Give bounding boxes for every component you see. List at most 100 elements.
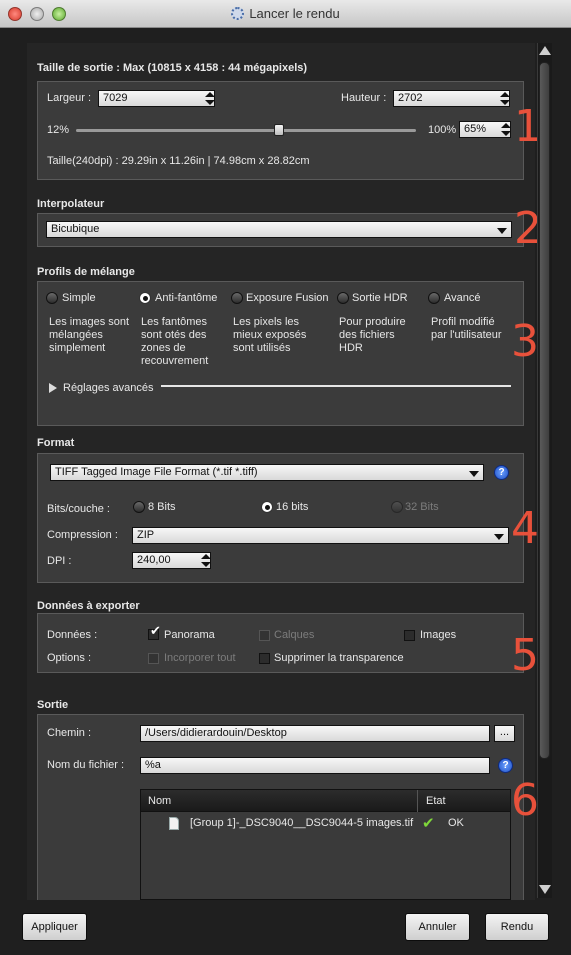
blend-label-exposure-fusion: Exposure Fusion [246,292,329,304]
height-label: Hauteur : [341,92,387,104]
bits-radio-8[interactable] [133,501,145,513]
filename-label: Nom du fichier : [47,759,125,771]
dpi-label: DPI : [47,555,72,567]
images-checkbox[interactable] [404,630,415,641]
interpolator-heading: Interpolateur [37,198,105,210]
interpolator-select[interactable]: Bicubique [46,221,512,238]
compression-label: Compression : [47,529,118,541]
output-files-table: Nom Etat [Group 1]-_DSC9040__DSC9044-5 i… [140,789,511,900]
output-heading: Sortie [37,699,69,711]
path-value: /Users/didierardouin/Desktop [145,727,287,739]
callout-number-5: 5 [511,630,539,681]
layers-label: Calques [274,629,315,641]
output-size-heading: Taille de sortie : Max (10815 x 4158 : 4… [37,62,308,74]
height-field[interactable]: 2702 [393,90,510,107]
layers-checkbox[interactable] [259,630,270,641]
callout-number-3: 3 [511,316,539,367]
divider [161,385,511,387]
chevron-down-icon [497,228,507,234]
remove-transparency-checkbox[interactable] [259,653,270,664]
bits-label-16: 16 bits [276,501,309,513]
format-heading: Format [37,437,75,449]
bits-radio-32[interactable] [391,501,403,513]
interpolator-value: Bicubique [51,223,100,235]
blend-desc-exposure-fusion: Les pixels les mieux exposés sont utilis… [233,316,307,354]
file-format-select[interactable]: TIFF Tagged Image File Format (*.tif *.t… [50,464,484,481]
blend-desc-simple: Les images sont mélangées simplement [49,316,130,354]
filename-value: %a [145,759,161,771]
blend-radio-simple[interactable] [46,292,58,304]
chevron-down-icon [494,534,504,540]
data-label: Données : [47,629,98,641]
apply-button[interactable]: Appliquer [22,913,87,941]
cancel-button[interactable]: Annuler [405,913,470,941]
render-button[interactable]: Rendu [485,913,549,941]
scroll-down-arrow-icon[interactable] [539,885,551,894]
compression-value: ZIP [137,529,155,541]
chevron-down-icon [469,471,479,477]
slider-min-label: 12% [47,124,70,136]
bits-label-8: 8 Bits [148,501,176,513]
bits-label: Bits/couche : [47,503,110,515]
blend-label-advanced: Avancé [444,292,481,304]
column-header-name[interactable]: Nom [148,795,171,807]
help-icon[interactable]: ? [494,465,509,480]
panorama-label: Panorama [164,629,215,641]
width-value: 7029 [103,92,128,104]
scale-slider-handle[interactable] [274,124,284,136]
column-divider [417,790,418,812]
blend-radio-exposure-fusion[interactable] [231,292,243,304]
bits-radio-16[interactable] [261,501,273,513]
scroll-up-arrow-icon[interactable] [539,46,551,55]
advanced-settings-toggle[interactable]: Réglages avancés [63,382,154,394]
size-info: Taille(240dpi) : 29.29in x 11.26in | 74.… [47,155,310,167]
blend-radio-hdr[interactable] [337,292,349,304]
success-check-icon: ✔ [422,814,435,832]
table-row[interactable]: [Group 1]-_DSC9040__DSC9044-5 images.tif… [141,814,510,835]
slider-max-label: 100% [428,124,457,136]
width-field[interactable]: 7029 [98,90,215,107]
file-icon [169,817,179,830]
compression-select[interactable]: ZIP [132,527,509,544]
disclosure-triangle-icon[interactable] [49,383,57,393]
options-label: Options : [47,652,92,664]
scale-field[interactable]: 65% [459,121,511,138]
export-heading: Données à exporter [37,600,140,612]
gear-icon [231,7,245,20]
path-label: Chemin : [47,727,92,739]
filename-field[interactable]: %a [140,757,490,774]
export-panel [37,613,524,673]
help-icon[interactable]: ? [498,758,513,773]
blend-desc-hdr: Pour produire des fichiers HDR [339,316,406,354]
blend-label-hdr: Sortie HDR [352,292,408,304]
callout-number-4: 4 [511,503,539,554]
file-format-value: TIFF Tagged Image File Format (*.tif *.t… [55,466,258,478]
browse-label: ... [499,726,510,738]
table-header: Nom Etat [141,790,510,812]
browse-button[interactable]: ... [494,725,515,742]
blend-radio-antighost[interactable] [139,292,151,304]
embed-all-checkbox[interactable] [148,653,159,664]
scale-value: 65% [464,123,487,135]
images-label: Images [420,629,457,641]
callout-number-6: 6 [511,775,539,826]
blend-desc-advanced: Profil modifié par l'utilisateur [431,316,502,341]
column-header-status[interactable]: Etat [426,795,446,807]
scrollbar-thumb[interactable] [539,62,550,759]
check-icon: ✔ [150,624,161,639]
window-title: Lancer le rendu [0,6,571,21]
row-filename: [Group 1]-_DSC9040__DSC9044-5 images.tif [190,817,414,829]
embed-all-label: Incorporer tout [164,652,236,664]
dpi-field[interactable]: 240,00 [132,552,211,569]
window-title-text: Lancer le rendu [249,6,340,21]
width-label: Largeur : [47,92,92,104]
blend-profiles-heading: Profils de mélange [37,266,135,278]
blend-radio-advanced[interactable] [428,292,440,304]
bits-label-32: 32 Bits [405,501,439,513]
path-field[interactable]: /Users/didierardouin/Desktop [140,725,490,742]
row-status: OK [448,817,464,829]
dpi-value: 240,00 [137,554,171,566]
blend-label-simple: Simple [62,292,96,304]
scale-slider-track[interactable] [76,129,416,132]
blend-label-antighost: Anti-fantôme [155,292,218,304]
